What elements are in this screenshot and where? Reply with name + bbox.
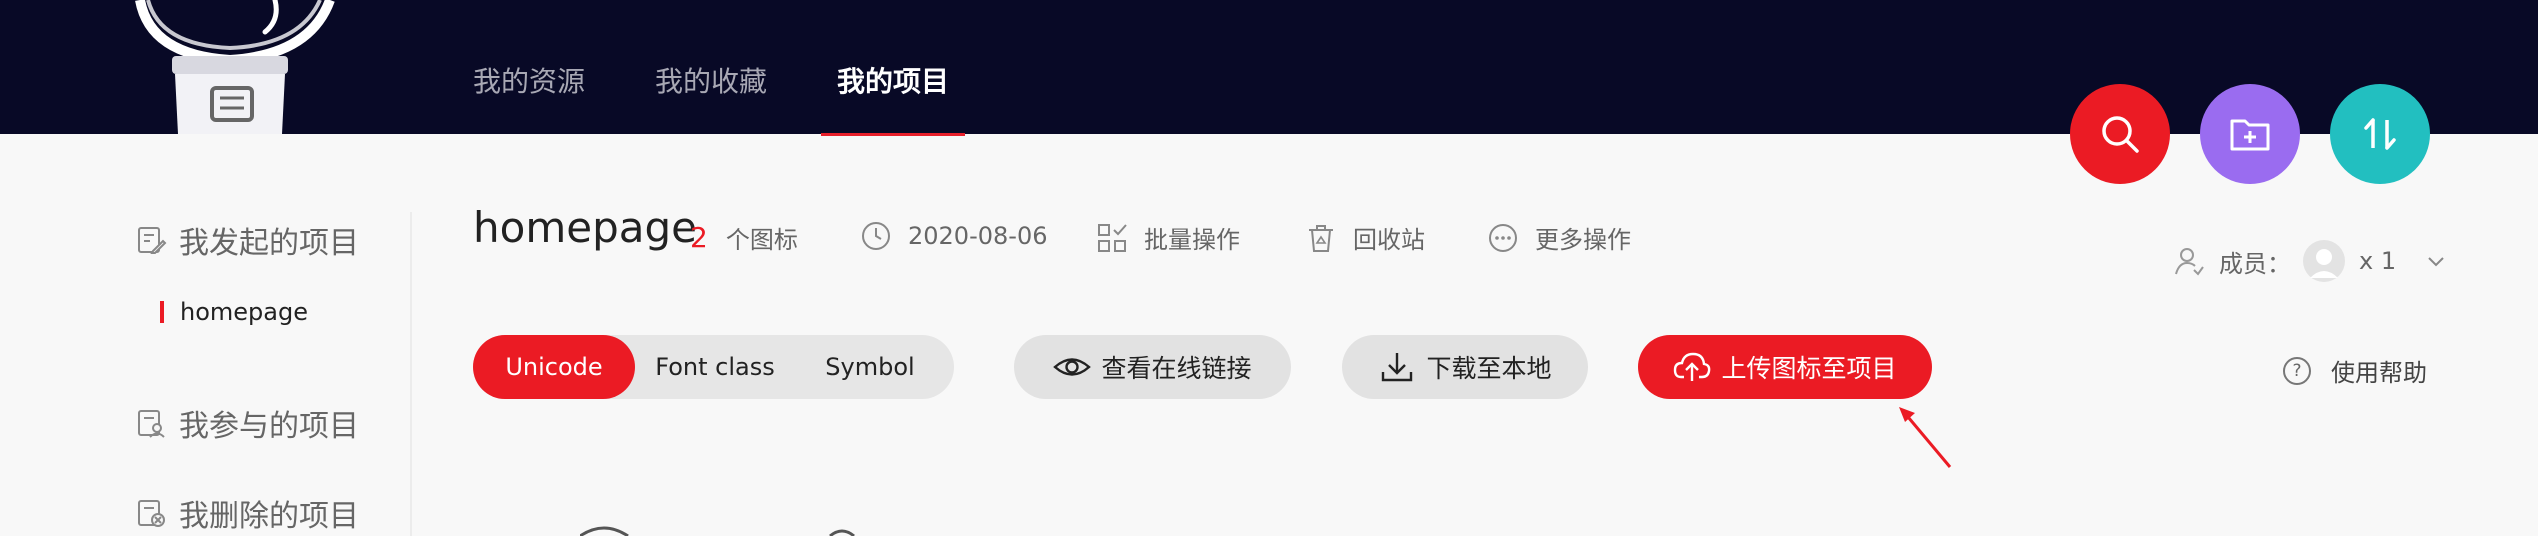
help-label: 使用帮助 bbox=[2331, 359, 2427, 387]
annotation-arrow-icon bbox=[1899, 407, 1952, 468]
upload-icons-label: 上传图标至项目 bbox=[1721, 354, 1897, 383]
sidebar-joined-projects[interactable]: 我参与的项目 bbox=[135, 401, 359, 445]
tab-symbol[interactable]: Symbol bbox=[795, 335, 945, 399]
icon-count-unit: 个图标 bbox=[725, 226, 798, 254]
sidebar-joined-label: 我参与的项目 bbox=[179, 409, 359, 444]
icon-count: 2 个图标 bbox=[690, 220, 798, 255]
edit-document-icon bbox=[138, 227, 167, 254]
main-nav: 我的资源 我的收藏 我的项目 bbox=[473, 60, 1019, 136]
partial-icons-cutoff bbox=[580, 526, 855, 536]
sidebar-project-homepage[interactable]: homepage bbox=[160, 298, 308, 326]
icon-count-number: 2 bbox=[690, 221, 708, 254]
recycle-bin-label: 回收站 bbox=[1353, 226, 1425, 254]
members-dropdown[interactable]: 成员： x 1 bbox=[2173, 240, 2446, 282]
iconfont-project-page: 我的资源 我的收藏 我的项目 我发起的项目 homepage 我参与的项目 我删… bbox=[0, 0, 2538, 536]
nav-my-favorites[interactable]: 我的收藏 bbox=[655, 60, 767, 110]
batch-grid-icon bbox=[1098, 223, 1127, 252]
batch-operation-button[interactable]: 批量操作 bbox=[1096, 220, 1240, 255]
avatar-user-icon bbox=[2310, 249, 2338, 278]
sidebar-project-label: homepage bbox=[180, 298, 308, 326]
user-document-icon bbox=[138, 410, 165, 438]
more-operations-button[interactable]: 更多操作 bbox=[1487, 220, 1631, 255]
download-icon bbox=[1382, 353, 1413, 382]
recycle-bin-icon bbox=[1309, 224, 1333, 252]
members-count: x 1 bbox=[2359, 247, 2397, 275]
format-tabs: Unicode Font class Symbol bbox=[473, 335, 954, 399]
tab-unicode[interactable]: Unicode bbox=[473, 335, 635, 399]
clock-icon bbox=[862, 222, 890, 250]
more-dots-icon bbox=[1489, 223, 1517, 252]
member-avatar bbox=[2303, 240, 2345, 282]
sidebar-divider bbox=[410, 212, 412, 536]
download-local-label: 下载至本地 bbox=[1426, 354, 1552, 383]
upload-icons-button[interactable]: 上传图标至项目 bbox=[1638, 335, 1932, 399]
batch-operation-label: 批量操作 bbox=[1144, 226, 1240, 254]
help-icon: ? bbox=[2283, 356, 2311, 385]
active-indicator bbox=[160, 301, 164, 323]
project-date: 2020-08-06 bbox=[860, 220, 1047, 252]
view-online-link-button[interactable]: 查看在线链接 bbox=[1014, 335, 1291, 399]
sidebar-created-projects[interactable]: 我发起的项目 bbox=[135, 218, 359, 262]
search-button[interactable] bbox=[2070, 84, 2170, 184]
nav-my-projects[interactable]: 我的项目 bbox=[821, 60, 966, 136]
new-project-button[interactable] bbox=[2200, 84, 2300, 184]
help-link[interactable]: ? 使用帮助 bbox=[2283, 353, 2427, 388]
cloud-upload-icon bbox=[1674, 352, 1711, 381]
more-operations-label: 更多操作 bbox=[1535, 226, 1631, 254]
add-folder-icon bbox=[2230, 119, 2270, 151]
project-date-text: 2020-08-06 bbox=[908, 222, 1048, 250]
members-label: 成员： bbox=[2219, 249, 2291, 278]
sort-icon bbox=[2364, 118, 2396, 150]
view-online-link-label: 查看在线链接 bbox=[1101, 354, 1252, 383]
member-icon bbox=[2175, 248, 2204, 276]
recycle-bin-button[interactable]: 回收站 bbox=[1305, 220, 1425, 255]
sidebar-deleted-label: 我删除的项目 bbox=[179, 499, 359, 534]
delete-document-icon bbox=[138, 500, 165, 527]
eye-icon bbox=[1053, 358, 1092, 376]
sidebar bbox=[0, 134, 412, 536]
astronaut-mascot-icon bbox=[135, 0, 335, 134]
chevron-down-icon bbox=[2428, 257, 2444, 267]
sort-button[interactable] bbox=[2330, 84, 2430, 184]
tab-font-class[interactable]: Font class bbox=[635, 335, 795, 399]
sidebar-deleted-projects[interactable]: 我删除的项目 bbox=[135, 491, 359, 535]
nav-my-resources[interactable]: 我的资源 bbox=[473, 60, 585, 110]
sidebar-created-label: 我发起的项目 bbox=[179, 226, 359, 261]
download-local-button[interactable]: 下载至本地 bbox=[1342, 335, 1588, 399]
search-icon bbox=[2102, 116, 2139, 153]
project-title: homepage bbox=[473, 203, 697, 252]
